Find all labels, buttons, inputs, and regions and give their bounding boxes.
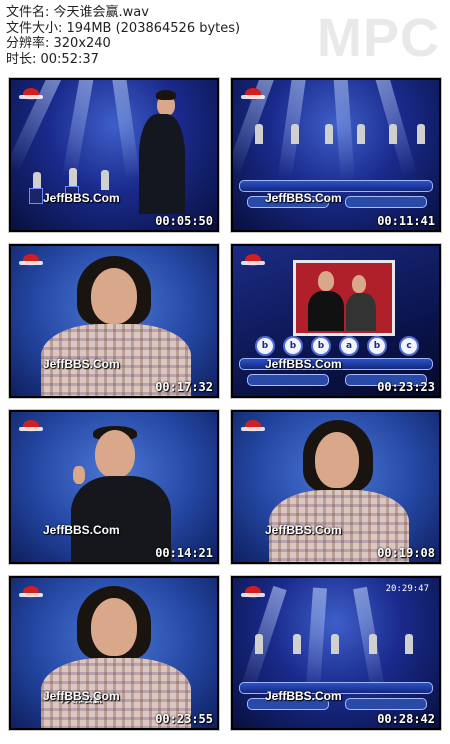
mpc-logo: MPC [317, 8, 440, 68]
contestant-closeup [233, 412, 439, 562]
quiz-stage-scene [233, 80, 439, 230]
answer-bar [247, 374, 329, 386]
thumbnail[interactable]: JeffBBS.Com 00:11:41 [230, 77, 442, 233]
quiz-photo-scene: b b b a b c [233, 246, 439, 396]
timestamp: 00:11:41 [377, 214, 435, 228]
timestamp: 00:05:50 [155, 214, 213, 228]
channel-logo-icon [19, 420, 43, 434]
timestamp: 00:23:55 [155, 712, 213, 726]
question-photo [293, 260, 395, 336]
thumbnail[interactable]: b b b a b c JeffBBS.Com 00:23:23 [230, 243, 442, 399]
channel-logo-icon [241, 254, 265, 268]
watermark: JeffBBS.Com [43, 523, 120, 537]
channel-logo-icon [241, 88, 265, 102]
file-info: 文件名: 今天谁会赢.wav 文件大小: 194MB (203864526 by… [6, 5, 240, 67]
contestant-closeup [11, 246, 217, 396]
file-resolution: 分辨率: 320x240 [6, 36, 111, 51]
watermark: JeffBBS.Com [43, 191, 120, 205]
thumbnail[interactable]: JeffBBS.Com 00:17:32 [8, 243, 220, 399]
watermark: JeffBBS.Com [265, 191, 342, 205]
timestamp: 00:19:08 [377, 546, 435, 560]
watermark: JeffBBS.Com [43, 357, 120, 371]
quiz-stage-scene: 20:29:47 [233, 578, 439, 728]
file-duration: 时长: 00:52:37 [6, 51, 99, 67]
channel-logo-icon [241, 420, 265, 434]
thumbnail[interactable]: JeffBBS.Com 00:05:50 [8, 77, 220, 233]
watermark: JeffBBS.Com [43, 689, 120, 703]
answer-bar [345, 698, 427, 710]
channel-logo-icon [19, 586, 43, 600]
channel-logo-icon [19, 88, 43, 102]
contestant-closeup [11, 412, 217, 562]
contestant-closeup [11, 578, 217, 728]
timestamp: 00:14:21 [155, 546, 213, 560]
stage-scene [11, 80, 217, 230]
file-name: 文件名: 今天谁会赢.wav [6, 5, 149, 20]
answer-bar [345, 196, 427, 208]
watermark: JeffBBS.Com [265, 357, 342, 371]
thumbnail[interactable]: JeffBBS.Com 00:19:08 [230, 409, 442, 565]
channel-logo-icon [241, 586, 265, 600]
thumbnail[interactable]: 今天谁会赢 JeffBBS.Com 00:23:55 [8, 575, 220, 731]
timestamp: 00:17:32 [155, 380, 213, 394]
watermark: JeffBBS.Com [265, 689, 342, 703]
thumbnail[interactable]: JeffBBS.Com 00:14:21 [8, 409, 220, 565]
thumbnail[interactable]: 20:29:47 JeffBBS.Com 00:28:42 [230, 575, 442, 731]
channel-logo-icon [19, 254, 43, 268]
timestamp: 00:23:23 [377, 380, 435, 394]
clock: 20:29:47 [385, 584, 429, 594]
watermark: JeffBBS.Com [265, 523, 342, 537]
file-size: 文件大小: 194MB (203864526 bytes) [6, 20, 241, 36]
timestamp: 00:28:42 [377, 712, 435, 726]
